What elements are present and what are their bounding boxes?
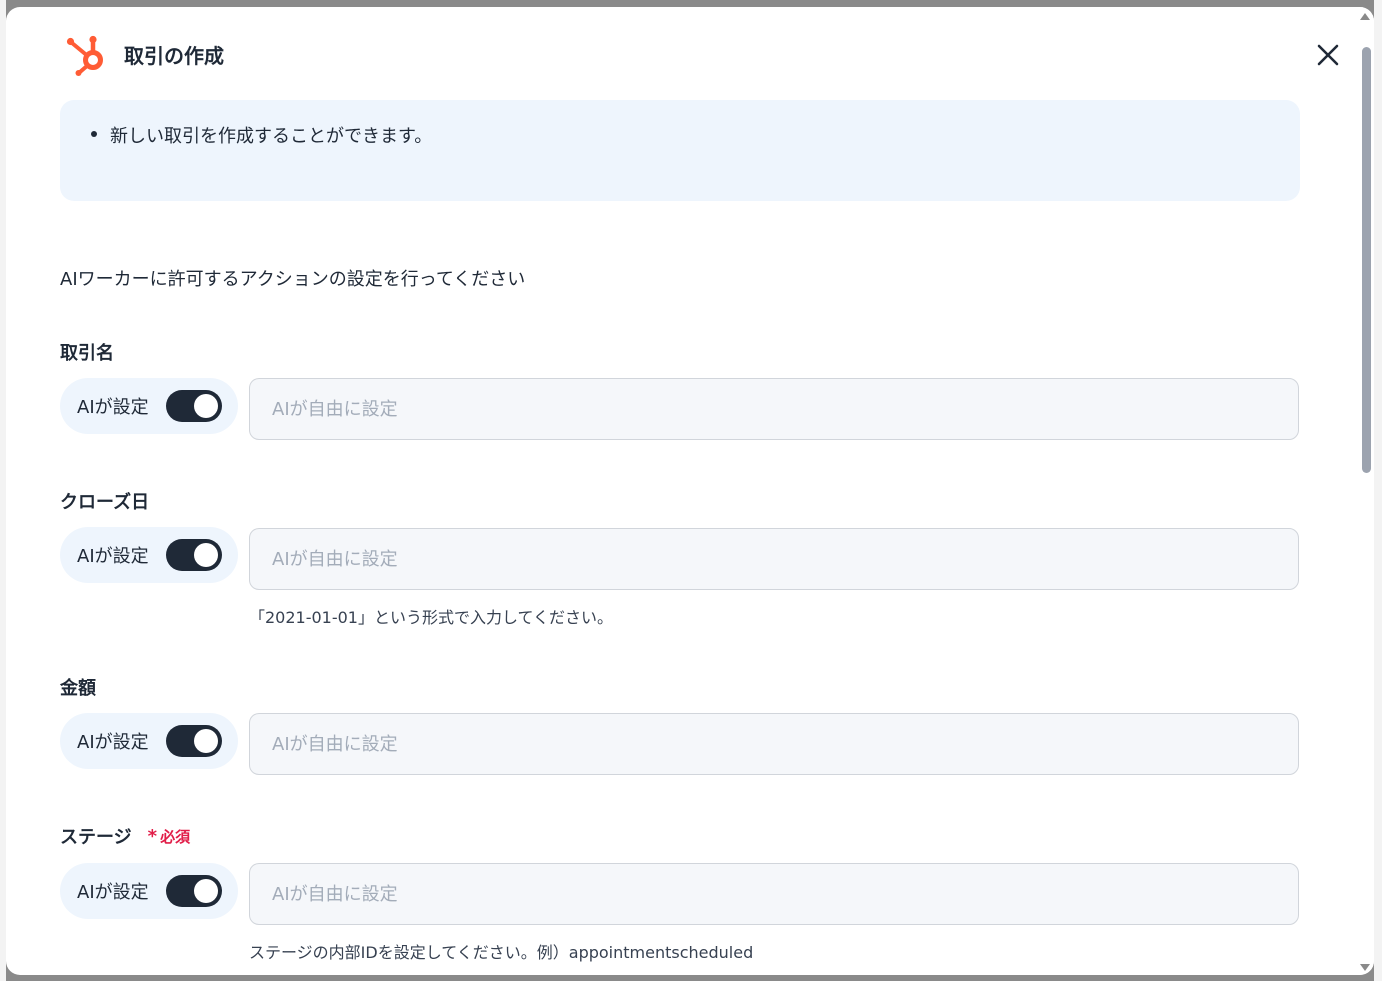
ai-setting-label: AIが設定	[77, 546, 149, 567]
instruction-text: AIワーカーに許可するアクションの設定を行ってください	[60, 269, 526, 290]
ai-setting-switch[interactable]	[166, 390, 222, 422]
field-label-text: 取引名	[60, 343, 114, 364]
ai-setting-toggle-stage: AIが設定	[60, 863, 238, 919]
ai-setting-toggle-amount: AIが設定	[60, 713, 238, 769]
dialog-header: 取引の作成	[64, 29, 224, 79]
toggle-knob	[194, 879, 218, 903]
deal-name-input[interactable]	[249, 378, 1299, 440]
close-button[interactable]	[1312, 39, 1344, 71]
close-date-hint: 「2021-01-01」という形式で入力してください。	[249, 608, 614, 627]
field-label-amount: 金額	[60, 674, 96, 700]
required-label: 必須	[160, 827, 191, 846]
ai-setting-label: AIが設定	[77, 882, 149, 903]
create-deal-dialog: 取引の作成 新しい取引を作成することができます。 AIワーカーに許可するアクショ…	[6, 7, 1374, 975]
field-label-text: 金額	[60, 678, 96, 699]
toggle-knob	[194, 729, 218, 753]
bullet-icon	[91, 131, 97, 137]
scroll-up-arrow-icon[interactable]	[1360, 13, 1370, 20]
field-label-text: ステージ	[60, 827, 132, 848]
field-label-text: クローズ日	[60, 492, 150, 513]
scrollbar-thumb[interactable]	[1362, 47, 1371, 473]
dialog-title: 取引の作成	[124, 43, 224, 68]
ai-setting-label: AIが設定	[77, 397, 149, 418]
close-date-input[interactable]	[249, 528, 1299, 590]
ai-setting-switch[interactable]	[166, 539, 222, 571]
background-app-edge-right	[1374, 0, 1382, 981]
amount-input[interactable]	[249, 713, 1299, 775]
ai-setting-label: AIが設定	[77, 732, 149, 753]
ai-setting-toggle-close-date: AIが設定	[60, 527, 238, 583]
toggle-knob	[194, 543, 218, 567]
stage-input[interactable]	[249, 863, 1299, 925]
ai-setting-switch[interactable]	[166, 725, 222, 757]
info-item: 新しい取引を作成することができます。	[110, 126, 433, 147]
scrollbar[interactable]	[1356, 7, 1374, 975]
stage-hint: ステージの内部IDを設定してください。例）appointmentschedule…	[249, 943, 754, 962]
info-box: 新しい取引を作成することができます。	[60, 100, 1300, 201]
field-label-close-date: クローズ日	[60, 488, 149, 514]
toggle-knob	[194, 394, 218, 418]
scroll-down-arrow-icon[interactable]	[1360, 964, 1370, 971]
hubspot-logo-icon	[66, 35, 103, 76]
close-icon	[1317, 44, 1339, 66]
asterisk-icon: *	[147, 825, 158, 847]
ai-setting-toggle-deal-name: AIが設定	[60, 378, 238, 434]
field-label-stage: ステージ * 必須	[60, 823, 190, 849]
ai-setting-switch[interactable]	[166, 875, 222, 907]
required-badge: * 必須	[148, 826, 190, 847]
field-label-deal-name: 取引名	[60, 339, 114, 365]
